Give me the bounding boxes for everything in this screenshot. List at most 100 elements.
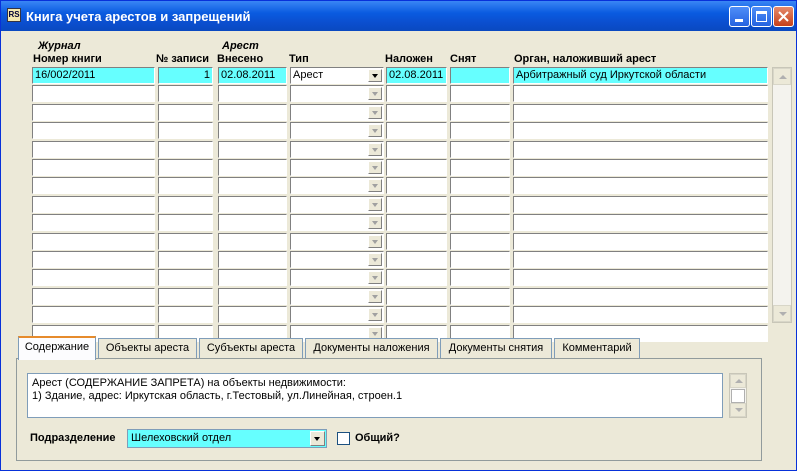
tab-arrest-objects[interactable]: Объекты ареста bbox=[98, 338, 197, 358]
removed-cell[interactable] bbox=[450, 122, 510, 140]
removed-cell[interactable] bbox=[450, 159, 510, 176]
type-dropdown-button[interactable] bbox=[368, 87, 382, 101]
entered-cell[interactable] bbox=[218, 214, 287, 232]
type-dropdown-button[interactable] bbox=[368, 179, 382, 193]
imposed-cell[interactable] bbox=[386, 177, 447, 195]
scroll-up-button[interactable] bbox=[773, 68, 791, 85]
removed-cell[interactable] bbox=[450, 67, 510, 84]
removed-cell[interactable] bbox=[450, 103, 510, 121]
imposed-cell[interactable] bbox=[386, 251, 447, 268]
entered-cell[interactable] bbox=[218, 177, 287, 195]
book-number-cell[interactable] bbox=[32, 122, 155, 140]
entered-cell[interactable] bbox=[218, 103, 287, 121]
entered-cell[interactable] bbox=[218, 232, 287, 250]
type-cell[interactable] bbox=[290, 214, 384, 232]
entered-cell[interactable] bbox=[218, 159, 287, 176]
entered-cell[interactable] bbox=[218, 287, 287, 305]
record-no-cell[interactable] bbox=[158, 177, 213, 195]
department-dropdown-button[interactable] bbox=[310, 431, 325, 446]
maximize-button[interactable] bbox=[751, 6, 772, 27]
general-checkbox[interactable] bbox=[337, 432, 350, 445]
removed-cell[interactable] bbox=[450, 214, 510, 232]
removed-cell[interactable] bbox=[450, 269, 510, 287]
book-number-cell[interactable] bbox=[32, 159, 155, 176]
tab-arrest-subjects[interactable]: Субъекты ареста bbox=[199, 338, 303, 358]
imposed-cell[interactable] bbox=[386, 122, 447, 140]
record-no-cell[interactable]: 1 bbox=[158, 67, 213, 84]
entered-cell[interactable] bbox=[218, 306, 287, 324]
record-no-cell[interactable] bbox=[158, 306, 213, 324]
type-dropdown-button[interactable] bbox=[368, 253, 382, 266]
imposed-cell[interactable]: 02.08.2011 bbox=[386, 67, 447, 84]
type-dropdown-button[interactable] bbox=[368, 161, 382, 174]
content-scroll-down-button[interactable] bbox=[730, 403, 746, 417]
record-no-cell[interactable] bbox=[158, 159, 213, 176]
authority-cell[interactable] bbox=[513, 195, 768, 213]
removed-cell[interactable] bbox=[450, 177, 510, 195]
imposed-cell[interactable] bbox=[386, 140, 447, 158]
record-no-cell[interactable] bbox=[158, 269, 213, 287]
authority-cell[interactable] bbox=[513, 287, 768, 305]
content-scroll-thumb[interactable] bbox=[731, 389, 745, 403]
imposed-cell[interactable] bbox=[386, 195, 447, 213]
authority-cell[interactable] bbox=[513, 85, 768, 103]
tab-imposition-documents[interactable]: Документы наложения bbox=[305, 338, 438, 358]
authority-cell[interactable] bbox=[513, 214, 768, 232]
book-number-cell[interactable] bbox=[32, 214, 155, 232]
type-cell[interactable] bbox=[290, 103, 384, 121]
entered-cell[interactable] bbox=[218, 269, 287, 287]
type-dropdown-button[interactable] bbox=[368, 197, 382, 211]
imposed-cell[interactable] bbox=[386, 103, 447, 121]
record-no-cell[interactable] bbox=[158, 214, 213, 232]
type-cell[interactable] bbox=[290, 251, 384, 268]
type-cell[interactable]: Арест bbox=[290, 67, 384, 84]
removed-cell[interactable] bbox=[450, 140, 510, 158]
book-number-cell[interactable] bbox=[32, 103, 155, 121]
book-number-cell[interactable] bbox=[32, 287, 155, 305]
type-dropdown-button[interactable] bbox=[368, 142, 382, 156]
record-no-cell[interactable] bbox=[158, 122, 213, 140]
record-no-cell[interactable] bbox=[158, 287, 213, 305]
type-dropdown-button[interactable] bbox=[368, 216, 382, 230]
entered-cell[interactable] bbox=[218, 85, 287, 103]
book-number-cell[interactable] bbox=[32, 140, 155, 158]
imposed-cell[interactable] bbox=[386, 214, 447, 232]
removed-cell[interactable] bbox=[450, 251, 510, 268]
type-dropdown-button[interactable] bbox=[368, 234, 382, 248]
record-no-cell[interactable] bbox=[158, 251, 213, 268]
authority-cell[interactable] bbox=[513, 103, 768, 121]
imposed-cell[interactable] bbox=[386, 306, 447, 324]
content-textarea[interactable]: Арест (СОДЕРЖАНИЕ ЗАПРЕТА) на объекты не… bbox=[27, 373, 723, 418]
content-scrollbar[interactable] bbox=[729, 373, 747, 418]
entered-cell[interactable] bbox=[218, 122, 287, 140]
type-cell[interactable] bbox=[290, 232, 384, 250]
authority-cell[interactable] bbox=[513, 140, 768, 158]
authority-cell[interactable] bbox=[513, 232, 768, 250]
type-cell[interactable] bbox=[290, 306, 384, 324]
type-dropdown-button[interactable] bbox=[368, 69, 382, 82]
entered-cell[interactable] bbox=[218, 195, 287, 213]
removed-cell[interactable] bbox=[450, 195, 510, 213]
type-dropdown-button[interactable] bbox=[368, 105, 382, 119]
imposed-cell[interactable] bbox=[386, 85, 447, 103]
authority-cell[interactable]: Арбитражный суд Иркутской области bbox=[513, 67, 768, 84]
tab-content[interactable]: Содержание bbox=[18, 336, 96, 360]
imposed-cell[interactable] bbox=[386, 269, 447, 287]
record-no-cell[interactable] bbox=[158, 232, 213, 250]
book-number-cell[interactable] bbox=[32, 195, 155, 213]
authority-cell[interactable] bbox=[513, 177, 768, 195]
type-cell[interactable] bbox=[290, 122, 384, 140]
imposed-cell[interactable] bbox=[386, 159, 447, 176]
entered-cell[interactable] bbox=[218, 251, 287, 268]
type-cell[interactable] bbox=[290, 85, 384, 103]
authority-cell[interactable] bbox=[513, 159, 768, 176]
imposed-cell[interactable] bbox=[386, 287, 447, 305]
type-cell[interactable] bbox=[290, 269, 384, 287]
authority-cell[interactable] bbox=[513, 122, 768, 140]
grid-scrollbar[interactable] bbox=[772, 67, 792, 323]
authority-cell[interactable] bbox=[513, 306, 768, 324]
minimize-button[interactable] bbox=[729, 6, 750, 27]
scroll-down-button[interactable] bbox=[773, 305, 791, 322]
content-scroll-up-button[interactable] bbox=[730, 374, 746, 388]
removed-cell[interactable] bbox=[450, 85, 510, 103]
